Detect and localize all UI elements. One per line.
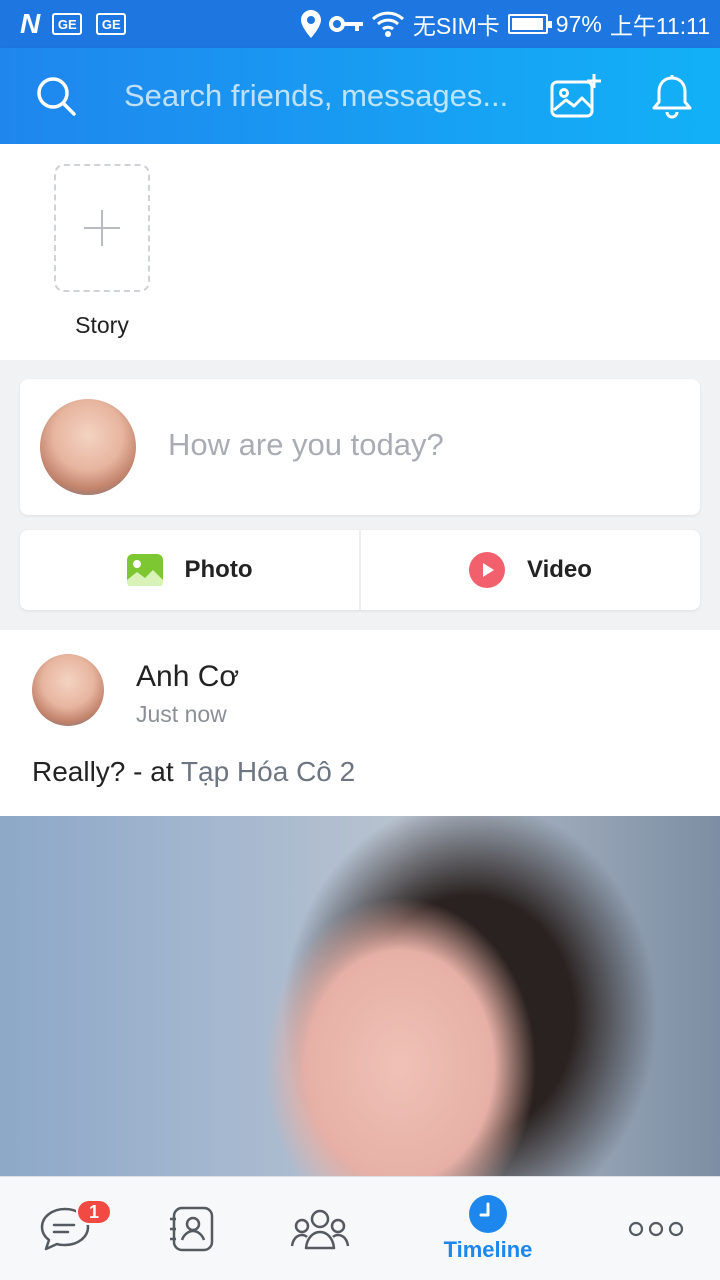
photo-icon bbox=[126, 554, 163, 586]
nav-timeline[interactable]: Timeline bbox=[432, 1177, 544, 1280]
n-icon: N bbox=[20, 8, 40, 39]
post-author[interactable]: Anh Cơ bbox=[136, 660, 239, 694]
avatar[interactable] bbox=[32, 654, 104, 726]
location-icon bbox=[300, 10, 321, 38]
nav-more[interactable] bbox=[624, 1177, 688, 1280]
carrier-text: 无SIM卡 bbox=[412, 13, 500, 39]
status-composer[interactable]: How are you today? bbox=[20, 379, 700, 515]
add-photo-icon[interactable] bbox=[550, 72, 604, 120]
battery-icon bbox=[507, 14, 552, 34]
top-header bbox=[0, 48, 720, 144]
nav-timeline-label: Timeline bbox=[443, 1237, 533, 1262]
search-input[interactable] bbox=[124, 72, 524, 120]
post-time: Just now bbox=[136, 701, 227, 727]
post-photo[interactable] bbox=[0, 816, 720, 1180]
battery-percent: 97% bbox=[555, 10, 602, 37]
add-story-button[interactable] bbox=[54, 164, 150, 292]
status-bar: N GE GE 无SIM卡 97% 上午11:11 bbox=[0, 0, 720, 48]
search-icon[interactable] bbox=[34, 74, 78, 118]
feed-post: Anh Cơ Just now Really? - at Tạp Hóa Cô … bbox=[0, 630, 720, 1180]
nav-contacts[interactable] bbox=[158, 1177, 226, 1280]
app-root: N GE GE 无SIM卡 97% 上午11:11 Story How are … bbox=[0, 0, 720, 1280]
post-body: Really? - at bbox=[32, 756, 181, 787]
nav-messages[interactable] bbox=[30, 1177, 100, 1280]
plus-icon bbox=[84, 210, 120, 246]
clock-icon bbox=[469, 1195, 507, 1233]
post-text: Really? - at Tạp Hóa Cô 2 bbox=[32, 756, 355, 788]
battery-fill bbox=[511, 18, 543, 30]
contacts-icon bbox=[170, 1206, 214, 1252]
messages-badge: 1 bbox=[76, 1199, 112, 1225]
status-left-icons: N GE GE bbox=[20, 8, 127, 40]
ge-icon: GE bbox=[52, 13, 83, 35]
post-location[interactable]: Tạp Hóa Cô 2 bbox=[181, 756, 355, 787]
story-label: Story bbox=[75, 312, 129, 338]
nav-groups[interactable] bbox=[288, 1177, 352, 1280]
video-icon bbox=[469, 552, 506, 588]
video-button[interactable]: Video bbox=[359, 530, 700, 610]
wifi-icon bbox=[371, 11, 404, 37]
groups-icon bbox=[290, 1209, 350, 1250]
clock: 上午11:11 bbox=[609, 13, 710, 39]
ge-icon: GE bbox=[96, 13, 127, 35]
avatar bbox=[40, 399, 136, 495]
bottom-nav: 1 Timeline bbox=[0, 1176, 720, 1280]
key-icon bbox=[328, 16, 363, 32]
stories-section: Story bbox=[0, 144, 720, 360]
composer-actions: Photo Video bbox=[20, 530, 700, 610]
photo-button[interactable]: Photo bbox=[20, 530, 359, 610]
status-right-icons: 无SIM卡 97% 上午11:11 bbox=[300, 7, 710, 41]
composer-prompt[interactable]: How are you today? bbox=[168, 427, 444, 463]
bell-icon[interactable] bbox=[650, 74, 694, 120]
more-icon bbox=[628, 1221, 684, 1237]
photo-label: Photo bbox=[184, 556, 253, 583]
video-label: Video bbox=[527, 556, 592, 583]
